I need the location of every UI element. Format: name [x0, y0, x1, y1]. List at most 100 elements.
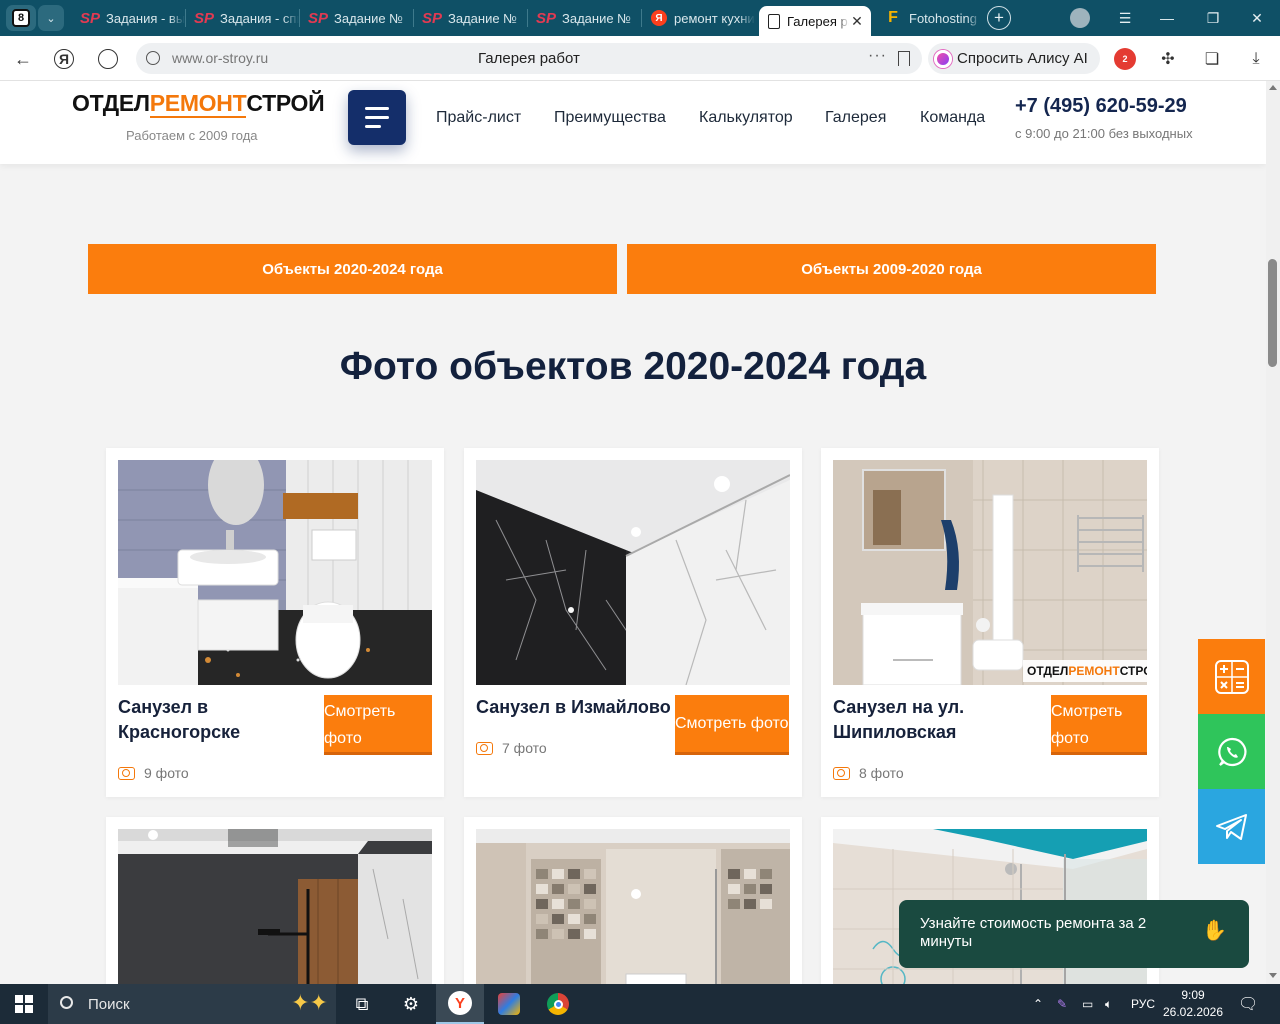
more-options-icon[interactable]: ··· — [868, 47, 887, 65]
photo-count: 9 фото — [118, 765, 189, 781]
tab-title: Задание № — [334, 10, 404, 26]
phone-link[interactable]: +7 (495) 620-59-29 — [1015, 95, 1187, 118]
nav-link-team[interactable]: Команда — [920, 109, 985, 127]
network-icon[interactable]: ▭ — [1082, 984, 1093, 1024]
windows-start-icon[interactable] — [0, 984, 48, 1024]
gallery-card: Санузел в Измайлово Смотреть фото 7 фото — [464, 448, 802, 797]
apps-icon[interactable] — [98, 49, 118, 69]
tab-count: 8 — [12, 9, 30, 27]
bathroom-photo-mosaic[interactable] — [476, 829, 790, 984]
browser-tab[interactable]: SP Задание № — [300, 0, 413, 36]
extensions-puzzle-icon[interactable]: ✣ — [1157, 48, 1179, 70]
yandex-browser-taskbar-icon[interactable]: Y — [436, 984, 484, 1024]
site-logo[interactable]: ОТДЕЛРЕМОНТСТРОЙ — [72, 90, 325, 118]
clock-time: 9:09 — [1181, 988, 1205, 1002]
scroll-up-arrow-icon[interactable] — [1269, 85, 1277, 90]
photos-app-taskbar-icon[interactable] — [485, 984, 533, 1024]
hamburger-line — [365, 116, 389, 119]
bathroom-photo-izmailovo[interactable] — [476, 460, 790, 685]
view-photos-button[interactable]: Смотреть фото — [1051, 695, 1147, 755]
view-photos-button[interactable]: Смотреть фото — [324, 695, 432, 755]
taskbar-clock[interactable]: 9:09 26.02.2026 — [1160, 987, 1226, 1021]
whatsapp-widget-button[interactable] — [1198, 714, 1265, 789]
gallery-card — [464, 817, 802, 984]
url-text[interactable]: www.or-stroy.ru — [172, 50, 268, 66]
browser-tab[interactable]: F Fotohosting — [875, 0, 981, 36]
nav-link-advantages[interactable]: Преимущества — [554, 109, 666, 127]
downloads-icon[interactable]: ⤓ — [1245, 48, 1267, 70]
profile-avatar-icon[interactable] — [1070, 8, 1090, 28]
tab-title: Задания - список — [220, 10, 299, 26]
nav-link-calculator[interactable]: Калькулятор — [699, 109, 793, 127]
browser-tab[interactable]: SP Задания - список — [186, 0, 299, 36]
view-photos-button[interactable]: Смотреть фото — [675, 695, 789, 755]
bathroom-photo-dark-tiles[interactable] — [118, 829, 432, 984]
scroll-down-arrow-icon[interactable] — [1269, 973, 1277, 978]
document-favicon-icon — [768, 13, 780, 29]
tab-title: Галерея работ — [787, 13, 849, 29]
chat-popup-text: Узнайте стоимость ремонта за 2 минуты — [920, 915, 1147, 950]
adblock-extension-icon[interactable]: 2 — [1114, 48, 1136, 70]
yandex-logo-icon[interactable]: Я — [54, 49, 74, 69]
back-arrow-icon[interactable]: ← — [10, 46, 36, 72]
collections-icon[interactable]: ❏ — [1201, 48, 1223, 70]
chrome-taskbar-icon[interactable] — [534, 984, 582, 1024]
gallery-card — [106, 817, 444, 984]
logo-part-middle: РЕМОНТ — [149, 90, 247, 118]
sp-favicon-icon: SP — [308, 9, 329, 27]
copilot-sparkle-icon: ✦✦ — [291, 990, 328, 1015]
bookmark-icon[interactable] — [898, 51, 910, 66]
page-scrollbar[interactable] — [1266, 81, 1280, 984]
search-icon — [60, 996, 73, 1009]
language-indicator[interactable]: РУС — [1131, 984, 1155, 1024]
bathroom-photo-shipilovskaya[interactable]: ОТДЕЛРЕМОНТСТРОЙ — [833, 460, 1147, 685]
browser-tab[interactable]: SP Задание № — [528, 0, 641, 36]
tab-title: Fotohosting — [909, 10, 977, 26]
windows-taskbar: Поиск ✦✦ ⧉ ⚙ Y ⌃ ✎ ▭ 🔈︎ РУС 9:09 26.02.2… — [0, 984, 1280, 1024]
notifications-icon[interactable]: 🗨︎ — [1238, 984, 1258, 1024]
waving-hand-icon: ✋ — [1202, 920, 1227, 942]
pen-icon[interactable]: ✎ — [1057, 984, 1067, 1024]
whatsapp-icon — [1217, 737, 1246, 766]
working-hours: с 9:00 до 21:00 без выходных — [1015, 126, 1193, 141]
nav-link-gallery[interactable]: Галерея — [825, 109, 886, 127]
objects-2009-2020-button[interactable]: Объекты 2009-2020 года — [627, 244, 1156, 294]
calculator-widget-button[interactable] — [1198, 639, 1265, 714]
site-header: ОТДЕЛРЕМОНТСТРОЙ Работаем с 2009 года Пр… — [0, 81, 1266, 164]
tab-count-button[interactable]: 8 — [6, 5, 36, 31]
ask-alice-button[interactable]: Спросить Алису AI — [928, 43, 1100, 74]
task-view-icon[interactable]: ⧉ — [338, 984, 386, 1024]
close-tab-icon[interactable]: ✕ — [849, 13, 865, 30]
browser-address-bar: ← Я www.or-stroy.ru Галерея работ ··· Сп… — [0, 36, 1280, 81]
browser-tab[interactable]: SP Задания - выполнение — [72, 0, 185, 36]
calculator-icon — [1214, 659, 1249, 694]
logo-part-right: СТРОЙ — [246, 90, 325, 116]
close-window-icon[interactable]: ✕ — [1234, 0, 1280, 36]
restore-window-icon[interactable]: ❐ — [1190, 0, 1236, 36]
volume-icon[interactable]: 🔈︎ — [1105, 984, 1112, 1024]
browser-tab[interactable]: SP Задание № — [414, 0, 527, 36]
browser-tab-active[interactable]: Галерея работ ✕ — [759, 6, 871, 36]
tab-title: ремонт кухни — [674, 10, 755, 26]
telegram-icon — [1215, 813, 1247, 840]
omnibox[interactable]: www.or-stroy.ru Галерея работ ··· — [136, 43, 922, 74]
section-title: Фото объектов 2020-2024 года — [339, 345, 927, 388]
tray-chevron-icon[interactable]: ⌃ — [1033, 984, 1043, 1024]
chat-popup[interactable]: Узнайте стоимость ремонта за 2 минуты ✋ — [899, 900, 1249, 968]
scrollbar-thumb[interactable] — [1268, 259, 1277, 367]
taskbar-search[interactable]: Поиск ✦✦ — [48, 984, 336, 1024]
telegram-widget-button[interactable] — [1198, 789, 1265, 864]
settings-gear-icon[interactable]: ⚙ — [387, 984, 435, 1024]
new-tab-plus-icon[interactable]: + — [987, 6, 1011, 30]
site-info-icon[interactable] — [146, 51, 160, 65]
logo-part-left: ОТДЕЛ — [72, 90, 150, 116]
browser-tab[interactable]: Я ремонт кухни — [642, 0, 755, 36]
nav-link-price[interactable]: Прайс-лист — [436, 109, 521, 127]
tab-list-chevron-icon[interactable]: ⌄ — [38, 5, 64, 31]
bathroom-photo-krasnogorsk[interactable] — [118, 460, 432, 685]
hamburger-menu-button[interactable] — [348, 90, 406, 145]
card-title: Санузел в Красногорске — [118, 697, 241, 742]
menu-icon[interactable]: ☰ — [1102, 0, 1148, 36]
minimize-window-icon[interactable]: — — [1144, 0, 1190, 36]
objects-2020-2024-button[interactable]: Объекты 2020-2024 года — [88, 244, 617, 294]
